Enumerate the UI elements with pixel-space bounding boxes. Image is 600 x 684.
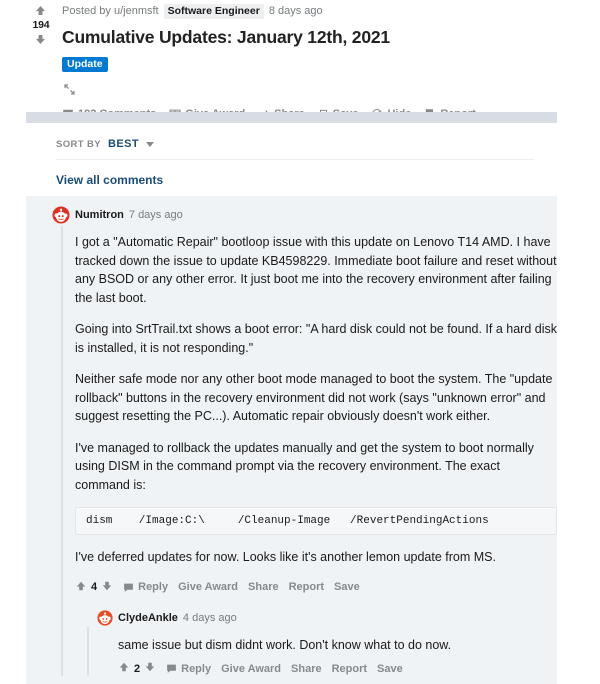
downvote-arrow-icon[interactable]	[34, 33, 48, 47]
comment-upvote-icon[interactable]	[118, 661, 130, 676]
comment-paragraph: Going into SrtTrail.txt shows a boot err…	[75, 322, 558, 355]
post-vote-count: 194	[32, 19, 50, 31]
comment-thread: Numitron 7 days ago I got a "Automatic R…	[26, 206, 557, 676]
avatar[interactable]	[52, 206, 70, 224]
comment-give-award-button[interactable]: Give Award	[221, 663, 281, 675]
comment-give-award-button[interactable]: Give Award	[178, 581, 238, 593]
comments-section: Numitron 7 days ago I got a "Automatic R…	[26, 196, 557, 684]
comment-save-button[interactable]: Save	[334, 581, 360, 593]
post-meta: Posted by u/jenmsft Software Engineer 8 …	[62, 3, 600, 19]
post-container: 194 Posted by u/jenmsft Software Enginee…	[0, 0, 600, 120]
chevron-down-icon[interactable]	[145, 141, 154, 147]
thread-collapse-line[interactable]	[61, 226, 63, 676]
comment-header: ClydeAnkle 4 days ago	[97, 609, 557, 627]
comment-downvote-icon[interactable]	[101, 580, 113, 595]
sort-by-value[interactable]: BEST	[108, 138, 139, 150]
post-vote-column: 194	[28, 4, 54, 47]
comment-score: 4	[91, 581, 98, 593]
comment-header: Numitron 7 days ago	[52, 206, 557, 224]
author-flair-badge: Software Engineer	[163, 3, 264, 19]
view-all-comments-link[interactable]: View all comments	[56, 173, 534, 187]
comment-timestamp: 7 days ago	[128, 209, 183, 221]
comment-body: same issue but dism didnt work. Don't kn…	[118, 636, 557, 655]
comment-save-button[interactable]: Save	[377, 663, 403, 675]
comment-share-button[interactable]: Share	[248, 581, 279, 593]
upvote-arrow-icon[interactable]	[34, 4, 48, 18]
comment-reply-label: Reply	[138, 581, 169, 593]
comment-reply-button[interactable]: Reply	[123, 581, 168, 593]
sort-by-label: SORT BY	[56, 138, 102, 150]
comment-score: 2	[134, 662, 141, 675]
comment-report-button[interactable]: Report	[332, 663, 367, 675]
comment-author[interactable]: ClydeAnkle	[118, 612, 178, 624]
comment-share-button[interactable]: Share	[291, 663, 322, 675]
comment-content: I got a "Automatic Repair" bootloop issu…	[75, 233, 557, 676]
comment-paragraph: Neither safe mode nor any other boot mod…	[75, 372, 553, 423]
comment-author[interactable]: Numitron	[75, 209, 124, 221]
comment-content: same issue but dism didnt work. Don't kn…	[118, 636, 557, 677]
avatar[interactable]	[97, 609, 113, 626]
post-timestamp: 8 days ago	[268, 5, 323, 17]
post-title: Cumulative Updates: January 12th, 2021	[62, 27, 390, 47]
comment-upvote-icon[interactable]	[75, 580, 87, 595]
post-body: Posted by u/jenmsft Software Engineer 8 …	[62, 0, 600, 120]
sort-row: SORT BY BEST	[56, 138, 534, 160]
comment-paragraph: same issue but dism didnt work. Don't kn…	[118, 637, 452, 652]
comment-body: I got a "Automatic Repair" bootloop issu…	[75, 233, 557, 567]
post-author[interactable]: Posted by u/jenmsft	[62, 3, 159, 19]
comment-vote-group: 4	[75, 580, 113, 595]
post-flair-badge[interactable]: Update	[62, 57, 108, 72]
comment-paragraph: I've managed to rollback the updates man…	[75, 440, 534, 492]
comment-reply-button[interactable]: Reply	[166, 663, 211, 675]
comment-paragraph: I got a "Automatic Repair" bootloop issu…	[75, 235, 557, 305]
comment-report-button[interactable]: Report	[289, 581, 324, 593]
expand-arrows-icon[interactable]	[62, 82, 78, 98]
comment-action-bar: 4 Reply Give Award Share Report Save	[75, 580, 557, 595]
comment-action-bar: 2 Reply Give Award Share Report Save	[118, 661, 557, 676]
comment-vote-group: 2	[118, 661, 156, 676]
code-block: dism /Image:C:\ /Cleanup-Image /RevertPe…	[75, 507, 557, 535]
comment-downvote-icon[interactable]	[144, 661, 156, 676]
comment-reply-label: Reply	[181, 662, 212, 675]
comment-paragraph: I've deferred updates for now. Looks lik…	[75, 550, 496, 564]
comment-reply: ClydeAnkle 4 days ago same issue but dis…	[75, 609, 557, 677]
comment-timestamp: 4 days ago	[182, 611, 237, 624]
thread-collapse-line[interactable]	[87, 626, 89, 676]
comment-sort-section: SORT BY BEST View all comments	[56, 138, 534, 187]
section-divider-band	[26, 112, 557, 123]
